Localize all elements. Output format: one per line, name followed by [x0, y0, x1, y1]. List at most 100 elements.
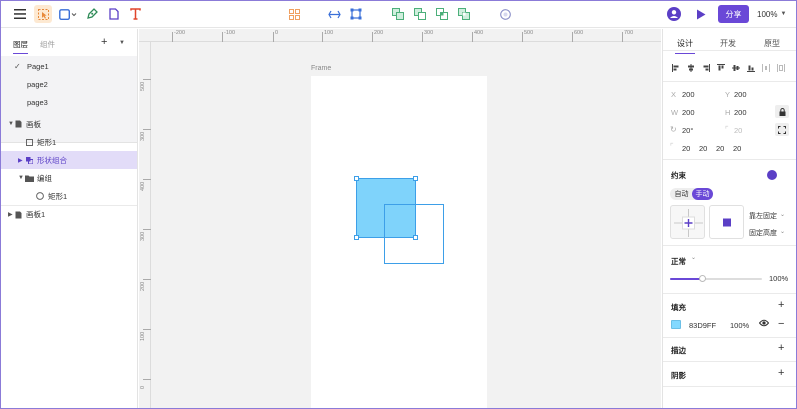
fill-color-swatch[interactable]	[671, 320, 681, 329]
constraint-mode-toggle[interactable]: 自动 手动	[670, 188, 713, 200]
play-icon[interactable]	[694, 5, 708, 23]
resize-handle[interactable]	[413, 235, 418, 240]
components-icon[interactable]	[287, 5, 301, 23]
ruler-label: 700	[624, 30, 634, 36]
add-page-icon[interactable]: +	[101, 36, 107, 48]
fill-opacity-input[interactable]: 100%	[730, 321, 749, 330]
tab-prototype[interactable]: 原型	[764, 38, 780, 49]
layer-item[interactable]: 矩形1	[1, 187, 137, 205]
manual-option[interactable]: 手动	[692, 188, 713, 200]
vertical-constraint-select[interactable]: 固定高度	[749, 228, 777, 238]
h-input[interactable]: 200	[734, 108, 747, 117]
eye-icon[interactable]	[758, 319, 770, 329]
page-item[interactable]: ✓ Page1	[1, 57, 137, 75]
chevron-down-icon[interactable]: ⌄	[691, 254, 696, 261]
layer-item[interactable]: ▶ 画板1	[1, 205, 137, 223]
align-left-icon[interactable]	[671, 62, 681, 74]
w-input[interactable]: 200	[682, 108, 695, 117]
opacity-slider[interactable]	[670, 275, 762, 282]
horizontal-constraint-select[interactable]: 靠左固定	[749, 211, 777, 221]
resize-handle[interactable]	[354, 235, 359, 240]
menu-icon[interactable]	[11, 5, 29, 23]
add-shadow-icon[interactable]: +	[778, 368, 784, 379]
ruler-label: 100	[324, 30, 334, 36]
chevron-down-icon[interactable]: ▼	[119, 40, 125, 46]
lock-icon[interactable]	[775, 105, 789, 118]
caret-down-icon[interactable]: ▼	[8, 121, 14, 127]
avatar[interactable]	[666, 5, 682, 23]
layer-item[interactable]: ▼ 编组	[1, 169, 137, 187]
align-bottom-icon[interactable]	[746, 62, 756, 74]
resize-handle[interactable]	[413, 176, 418, 181]
image-tool-icon[interactable]	[107, 5, 120, 23]
corner-radius-input[interactable]: 20	[733, 144, 741, 153]
select-tool-icon[interactable]	[34, 5, 52, 23]
resize-handle[interactable]	[354, 176, 359, 181]
add-stroke-icon[interactable]: +	[778, 343, 784, 354]
page-item[interactable]: page2	[1, 75, 137, 93]
corner-radius-input[interactable]: 20	[682, 144, 690, 153]
add-fill-icon[interactable]: +	[778, 300, 784, 311]
mask-icon[interactable]	[498, 5, 512, 23]
ruler-tick	[143, 379, 151, 380]
layer-item-selected[interactable]: ▶ 形状组合	[1, 151, 137, 169]
auto-option[interactable]: 自动	[672, 188, 691, 200]
align-center-h-icon[interactable]	[686, 62, 696, 74]
exclude-icon[interactable]	[457, 5, 471, 23]
frame[interactable]	[311, 76, 487, 409]
layer-item[interactable]: ▼ 画板	[1, 115, 137, 133]
zoom-select[interactable]: 100% ▼	[757, 5, 786, 23]
expand-corners-icon[interactable]	[775, 123, 789, 136]
layer-label: 形状组合	[37, 155, 67, 165]
opacity-slider-handle[interactable]	[698, 275, 706, 282]
page-item[interactable]: page3	[1, 93, 137, 111]
flip-icon[interactable]	[327, 5, 341, 23]
union-icon[interactable]	[391, 5, 405, 23]
tab-layers[interactable]: 图层	[13, 39, 28, 54]
caret-right-icon[interactable]: ▶	[8, 211, 13, 218]
constraint-widget[interactable]	[670, 205, 705, 239]
design-canvas[interactable]: -200 -100 0 100 200 300 400 500 600 700 …	[139, 29, 661, 409]
fill-hex-input[interactable]: 83D9FF	[689, 321, 716, 330]
corner-radius-input[interactable]: 20	[699, 144, 707, 153]
vector-edit-icon[interactable]	[349, 5, 363, 23]
align-middle-icon[interactable]	[731, 62, 741, 74]
intersect-icon[interactable]	[435, 5, 449, 23]
folder-icon	[25, 175, 34, 182]
constraint-preview	[709, 205, 744, 239]
caret-right-icon[interactable]: ▶	[18, 157, 23, 164]
layer-item[interactable]: 矩形1	[1, 133, 137, 151]
tab-components[interactable]: 组件	[40, 39, 55, 50]
y-input[interactable]: 200	[734, 90, 747, 99]
align-right-icon[interactable]	[701, 62, 711, 74]
ruler-tick	[172, 32, 173, 42]
rectangle-tool-icon[interactable]	[58, 5, 78, 23]
corner-icon: ⌜	[670, 142, 674, 151]
ruler-tick	[522, 32, 523, 42]
rotation-input[interactable]: 20°	[682, 126, 693, 135]
blend-mode-select[interactable]: 正常	[671, 256, 686, 267]
subtract-icon[interactable]	[413, 5, 427, 23]
distribute-h-icon[interactable]	[761, 62, 771, 74]
tab-develop[interactable]: 开发	[720, 38, 736, 49]
check-icon: ✓	[14, 61, 21, 71]
caret-down-icon[interactable]: ▼	[18, 175, 24, 181]
tab-design[interactable]: 设计	[675, 38, 695, 54]
opacity-value[interactable]: 100%	[769, 274, 788, 283]
ruler-label: -100	[224, 30, 236, 36]
constraints-toggle[interactable]	[767, 170, 777, 180]
radius-input[interactable]: 20	[734, 126, 742, 135]
x-input[interactable]: 200	[682, 90, 695, 99]
ruler-tick	[143, 179, 151, 180]
share-button[interactable]: 分享	[718, 5, 749, 23]
filled-rectangle[interactable]	[356, 178, 416, 238]
distribute-v-icon[interactable]	[776, 62, 786, 74]
shape-group[interactable]	[311, 76, 487, 409]
remove-fill-icon[interactable]: −	[778, 319, 784, 330]
properties-panel: 设计 开发 原型 X 200 Y 200 W 200 H 200 ↻ 20° ⌜…	[662, 29, 796, 408]
corner-radius-input[interactable]: 20	[716, 144, 724, 153]
align-top-icon[interactable]	[716, 62, 726, 74]
pen-tool-icon[interactable]	[85, 5, 99, 23]
ruler-label: 300	[424, 30, 434, 36]
text-tool-icon[interactable]	[128, 5, 142, 23]
